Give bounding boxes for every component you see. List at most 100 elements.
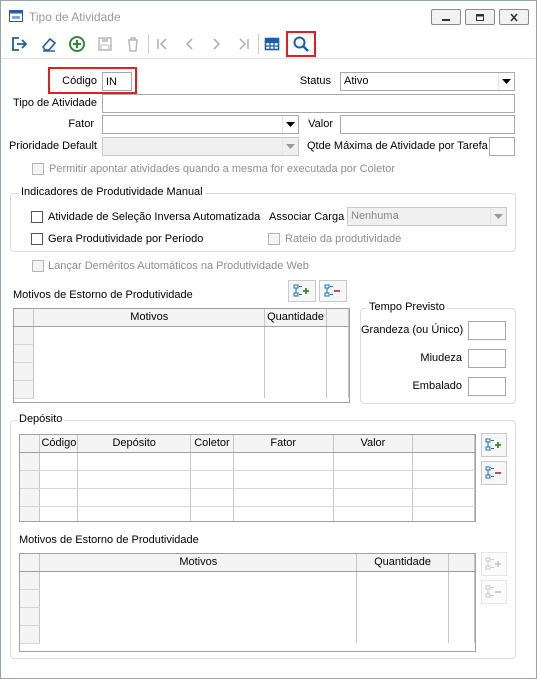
status-value: Ativo — [344, 75, 369, 87]
column-header[interactable]: Fator — [233, 435, 334, 453]
last-record-icon — [239, 38, 249, 50]
previous-record-button[interactable] — [177, 32, 201, 56]
status-dropdown-arrow[interactable] — [498, 73, 514, 90]
grid-indicator-header — [20, 554, 41, 572]
tipo-atividade-window: Tipo de Atividade Código IN Status Ativo… — [0, 0, 537, 679]
table-row[interactable] — [20, 488, 475, 507]
permitir-label: Permitir apontar atividades quando a mes… — [49, 163, 396, 175]
motivos-title: Motivos de Estorno de Produtividade — [13, 289, 193, 301]
associar-carga-select[interactable]: Nenhuma — [347, 207, 507, 226]
window-title: Tipo de Atividade — [29, 10, 121, 24]
column-header[interactable]: Quantidade — [356, 554, 450, 572]
selecao-inversa-checkbox[interactable] — [31, 211, 43, 223]
deposito-grid[interactable]: Código Depósito Coletor Fator Valor — [19, 434, 476, 522]
close-button[interactable] — [499, 9, 529, 25]
indicadores-title: Indicadores de Produtividade Manual — [19, 186, 205, 198]
column-header — [412, 435, 475, 453]
maximize-button[interactable] — [465, 9, 495, 25]
close-icon — [510, 13, 518, 22]
rateio-checkbox[interactable] — [268, 233, 280, 245]
column-header[interactable]: Motivos — [33, 309, 266, 327]
search-button[interactable] — [286, 31, 316, 57]
table-row[interactable] — [20, 452, 475, 471]
first-record-icon — [157, 38, 167, 50]
delete-button[interactable] — [121, 32, 145, 56]
status-select[interactable]: Ativo — [340, 72, 515, 91]
remove-row-icon — [485, 585, 501, 598]
associar-carga-label: Associar Carga — [269, 211, 345, 223]
valor-label: Valor — [308, 118, 333, 130]
eraser-icon — [41, 37, 57, 52]
remove-deposito-motivo-button[interactable] — [481, 580, 507, 604]
deposito-motivos-grid[interactable]: Motivos Quantidade — [19, 553, 476, 652]
associar-carga-value: Nenhuma — [351, 210, 399, 222]
table-row[interactable] — [20, 470, 475, 489]
prioridade-dropdown-arrow[interactable] — [282, 138, 298, 155]
table-row[interactable] — [20, 506, 475, 521]
permitir-checkbox[interactable] — [32, 163, 44, 175]
embalado-field[interactable] — [468, 377, 506, 396]
deposito-title: Depósito — [17, 413, 65, 425]
grandeza-field[interactable] — [468, 321, 506, 340]
exit-button[interactable] — [7, 32, 31, 56]
save-button[interactable] — [93, 32, 117, 56]
miudeza-field[interactable] — [468, 349, 506, 368]
codigo-field[interactable] — [102, 72, 132, 91]
rateio-label: Rateio da produtividade — [285, 233, 402, 245]
add-deposito-button[interactable] — [481, 433, 507, 457]
gera-produtividade-checkbox[interactable] — [31, 233, 43, 245]
column-header[interactable]: Depósito — [77, 435, 191, 453]
column-header[interactable]: Código — [39, 435, 79, 453]
remove-motivo-button[interactable] — [319, 280, 347, 302]
fator-select[interactable] — [102, 115, 299, 134]
remove-row-icon — [485, 466, 501, 479]
fator-label: Fator — [68, 118, 94, 130]
qtde-label: Qtde Máxima de Atividade por Tarefa — [307, 140, 488, 152]
add-row-icon — [485, 438, 501, 451]
grid-view-icon — [264, 37, 280, 51]
add-button[interactable] — [65, 32, 89, 56]
fator-dropdown-arrow[interactable] — [282, 116, 298, 133]
tipo-label: Tipo de Atividade — [13, 97, 97, 109]
search-icon — [293, 36, 309, 52]
prioridade-select[interactable] — [102, 137, 299, 156]
minimize-icon — [442, 19, 450, 21]
add-deposito-motivo-button[interactable] — [481, 552, 507, 576]
grandeza-label: Grandeza (ou Único) — [361, 324, 464, 336]
column-header[interactable]: Motivos — [39, 554, 358, 572]
remove-deposito-button[interactable] — [481, 461, 507, 485]
status-label: Status — [299, 75, 331, 87]
associar-dropdown-arrow[interactable] — [490, 208, 506, 225]
chevron-down-icon — [286, 121, 295, 127]
title-bar: Tipo de Atividade — [1, 1, 536, 31]
chevron-down-icon — [286, 143, 295, 149]
codigo-label: Código — [62, 75, 97, 87]
add-motivo-button[interactable] — [288, 280, 316, 302]
last-record-button[interactable] — [232, 32, 256, 56]
grid-indicator-header — [20, 435, 41, 453]
selecao-inversa-label: Atividade de Seleção Inversa Automatizad… — [48, 211, 261, 223]
tipo-atividade-field[interactable] — [102, 94, 515, 113]
qtde-maxima-field[interactable] — [489, 137, 515, 156]
column-header[interactable]: Quantidade — [264, 309, 328, 327]
trash-icon — [128, 37, 138, 52]
add-row-icon — [485, 557, 501, 570]
prioridade-label: Prioridade Default — [8, 140, 97, 152]
tempo-previsto-title: Tempo Previsto — [367, 301, 447, 313]
column-header[interactable]: Coletor — [190, 435, 234, 453]
first-record-button[interactable] — [150, 32, 174, 56]
deposito-motivos-title: Motivos de Estorno de Produtividade — [19, 534, 199, 546]
chevron-down-icon — [494, 213, 503, 219]
lancar-demeritos-checkbox[interactable] — [32, 260, 44, 272]
next-record-button[interactable] — [205, 32, 229, 56]
add-row-icon — [293, 284, 309, 297]
grid-view-button[interactable] — [260, 32, 284, 56]
minimize-button[interactable] — [431, 9, 461, 25]
column-header[interactable]: Valor — [333, 435, 414, 453]
add-circle-icon — [69, 36, 85, 52]
clear-button[interactable] — [37, 32, 61, 56]
lancar-demeritos-label: Lançar Deméritos Automáticos na Produtiv… — [48, 260, 309, 272]
valor-field[interactable] — [340, 115, 515, 134]
motivos-grid[interactable]: Motivos Quantidade — [13, 308, 350, 403]
gera-produtividade-label: Gera Produtividade por Período — [48, 233, 204, 245]
